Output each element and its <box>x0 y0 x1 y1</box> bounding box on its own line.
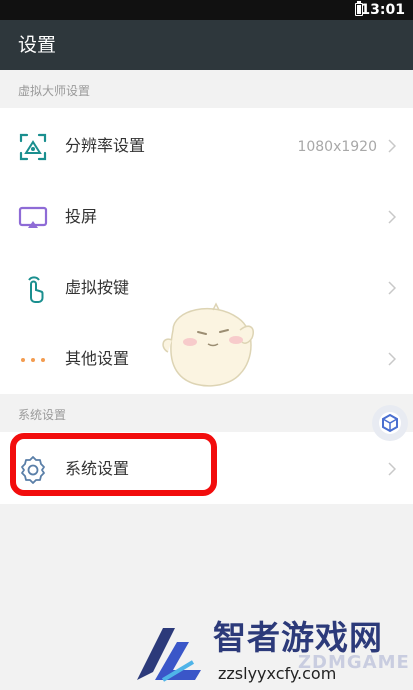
virtual-keys-label: 虚拟按键 <box>65 278 130 297</box>
list-item-resolution[interactable]: 分辨率设置 1080x1920 <box>0 111 413 182</box>
chevron-right-icon <box>388 281 396 295</box>
status-time: 13:01 <box>360 2 405 18</box>
cast-label: 投屏 <box>65 207 98 226</box>
resolution-label: 分辨率设置 <box>65 136 146 155</box>
floating-assist-button[interactable] <box>372 405 408 441</box>
chevron-right-icon <box>388 210 396 224</box>
watermark-logo-icon <box>137 628 201 682</box>
touch-icon <box>28 276 44 303</box>
section-header-virtual-master: 虚拟大师设置 <box>0 70 413 108</box>
section-header-system: 系统设置 <box>0 394 413 432</box>
chevron-right-icon <box>388 462 396 476</box>
chevron-right-icon <box>388 352 396 366</box>
section-header-label: 系统设置 <box>18 408 67 422</box>
other-settings-label: 其他设置 <box>65 349 130 368</box>
watermark-url: zzslyyxcfy.com <box>218 664 337 683</box>
cube-icon <box>379 412 401 434</box>
mascot-icon <box>162 302 254 387</box>
app-bar: 设置 <box>0 20 413 70</box>
list-item-cast[interactable]: 投屏 <box>0 182 413 253</box>
resolution-icon <box>19 133 47 161</box>
more-dots-icon <box>21 358 45 362</box>
highlight-box <box>10 433 217 496</box>
page-title: 设置 <box>18 34 57 56</box>
chevron-right-icon <box>388 139 396 153</box>
section-header-label: 虚拟大师设置 <box>18 84 91 98</box>
status-bar: 13:01 <box>0 0 413 20</box>
cast-icon <box>18 206 48 228</box>
resolution-value: 1080x1920 <box>297 139 377 155</box>
